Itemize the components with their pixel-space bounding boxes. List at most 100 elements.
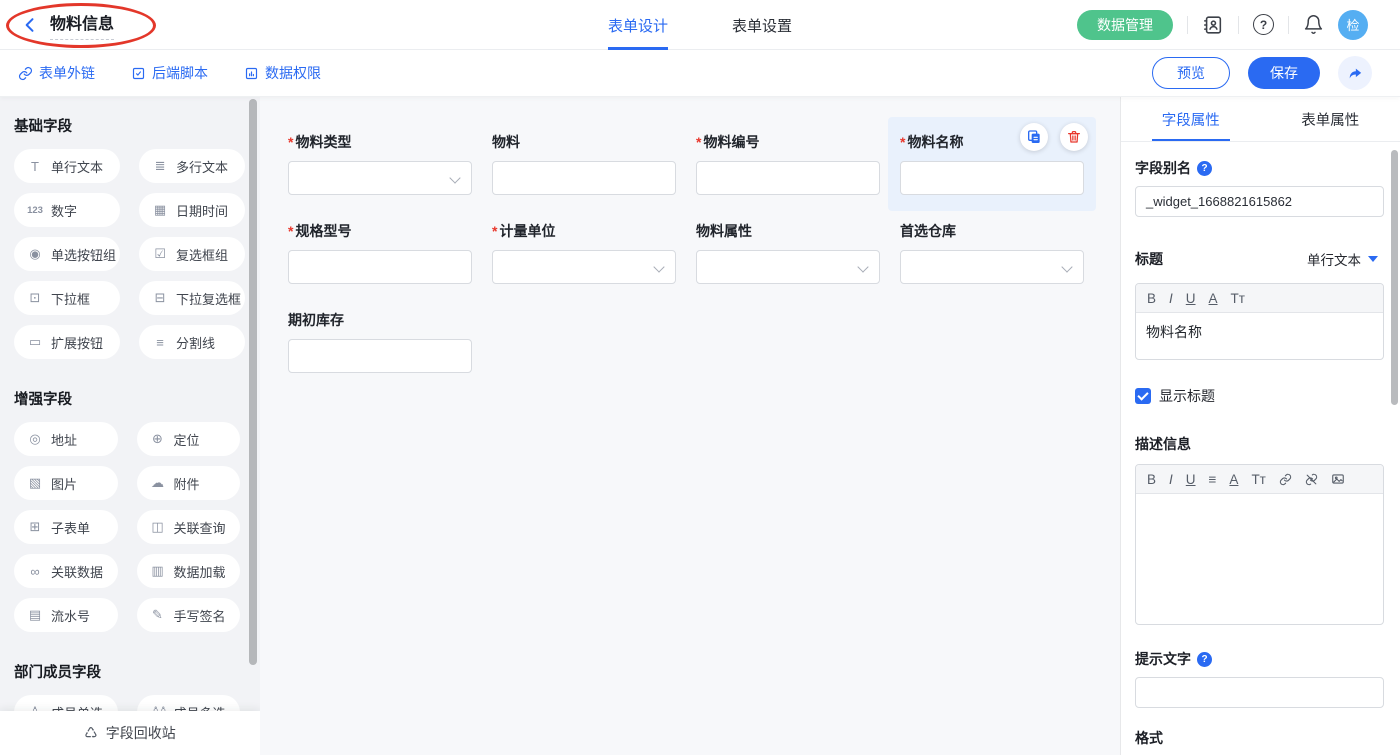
field-select[interactable] <box>288 161 472 195</box>
field-type-datetime[interactable]: ▦日期时间 <box>139 193 245 227</box>
alias-help-icon[interactable]: ? <box>1197 161 1212 176</box>
chevron-down-icon <box>857 261 868 272</box>
canvas-field-material[interactable]: 物料 <box>492 132 676 195</box>
body: 基础字段 T单行文本 ≣多行文本 123数字 ▦日期时间 ◉单选按钮组 ☑复选框… <box>0 97 1400 755</box>
field-type-divider-line[interactable]: ≡分割线 <box>139 325 245 359</box>
field-type-single-line-text[interactable]: T单行文本 <box>14 149 120 183</box>
canvas-field-material-code[interactable]: *物料编号 <box>696 132 880 195</box>
font-color-button[interactable]: A <box>1229 472 1238 487</box>
pill-label: 子表单 <box>51 518 90 537</box>
field-type-serial-number[interactable]: ▤流水号 <box>14 598 118 632</box>
field-label-text: 期初库存 <box>288 310 344 330</box>
preview-button[interactable]: 预览 <box>1152 57 1230 89</box>
description-editor-content[interactable] <box>1136 494 1383 624</box>
section-basic-fields: 基础字段 T单行文本 ≣多行文本 123数字 ▦日期时间 ◉单选按钮组 ☑复选框… <box>14 115 240 359</box>
bold-button[interactable]: B <box>1147 472 1156 487</box>
panel-scrollbar[interactable] <box>1391 150 1398 405</box>
pill-label: 复选框组 <box>176 245 228 264</box>
hint-help-icon[interactable]: ? <box>1197 652 1212 667</box>
insert-image-button[interactable] <box>1331 472 1345 486</box>
italic-button[interactable]: I <box>1169 472 1173 487</box>
field-type-linked-query[interactable]: ◫关联查询 <box>137 510 241 544</box>
backend-script-link[interactable]: 后端脚本 <box>131 63 208 83</box>
field-select[interactable] <box>696 250 880 284</box>
field-type-extend-button[interactable]: ▭扩展按钮 <box>14 325 120 359</box>
field-recycle-bin[interactable]: ♺ 字段回收站 <box>0 711 260 755</box>
user-avatar[interactable]: 检 <box>1338 10 1368 40</box>
hint-input[interactable] <box>1135 677 1384 708</box>
bold-button[interactable]: B <box>1147 291 1156 306</box>
alias-input[interactable]: _widget_1668821615862 <box>1135 186 1384 217</box>
insert-link-button[interactable] <box>1279 473 1292 486</box>
field-type-attachment[interactable]: ☁附件 <box>137 466 241 500</box>
multi-line-text-icon: ≣ <box>152 158 168 174</box>
form-external-link[interactable]: 表单外链 <box>18 63 95 83</box>
font-color-button[interactable]: A <box>1209 291 1218 306</box>
field-input[interactable] <box>492 161 676 195</box>
contacts-book-icon[interactable] <box>1202 14 1224 36</box>
pill-label: 下拉复选框 <box>176 289 241 308</box>
font-size-button[interactable]: Tт <box>1251 472 1265 487</box>
canvas-field-spec-model[interactable]: *规格型号 <box>288 221 472 284</box>
field-type-dropdown-multi[interactable]: ⊟下拉复选框 <box>139 281 245 315</box>
field-input[interactable] <box>288 339 472 373</box>
share-button[interactable] <box>1338 56 1372 90</box>
tab-form-design[interactable]: 表单设计 <box>608 0 668 50</box>
canvas-field-material-type[interactable]: *物料类型 <box>288 132 472 195</box>
help-icon[interactable]: ? <box>1253 14 1274 35</box>
back-button[interactable] <box>20 15 40 35</box>
sidebar-scrollbar[interactable] <box>249 99 257 665</box>
field-sidebar: 基础字段 T单行文本 ≣多行文本 123数字 ▦日期时间 ◉单选按钮组 ☑复选框… <box>0 97 260 755</box>
field-select[interactable] <box>900 250 1084 284</box>
underline-button[interactable]: U <box>1186 472 1196 487</box>
underline-button[interactable]: U <box>1186 291 1196 306</box>
field-input[interactable] <box>288 250 472 284</box>
copy-field-button[interactable] <box>1020 123 1048 151</box>
field-type-linked-data[interactable]: ∞关联数据 <box>14 554 118 588</box>
field-type-multi-line-text[interactable]: ≣多行文本 <box>139 149 245 183</box>
field-input[interactable] <box>696 161 880 195</box>
tab-form-settings[interactable]: 表单设置 <box>732 0 792 50</box>
field-select[interactable] <box>492 250 676 284</box>
signature-icon: ✎ <box>150 607 166 623</box>
field-type-dropdown[interactable]: 单行文本 <box>1301 245 1384 273</box>
tab-field-properties[interactable]: 字段属性 <box>1121 97 1261 141</box>
field-type-number[interactable]: 123数字 <box>14 193 120 227</box>
font-size-button[interactable]: Tт <box>1231 291 1245 306</box>
canvas-field-unit[interactable]: *计量单位 <box>492 221 676 284</box>
field-type-radio-group[interactable]: ◉单选按钮组 <box>14 237 120 271</box>
canvas-field-material-attr[interactable]: 物料属性 <box>696 221 880 284</box>
tab-form-properties[interactable]: 表单属性 <box>1261 97 1400 141</box>
data-permission-link[interactable]: 数据权限 <box>244 63 321 83</box>
notification-bell-icon[interactable] <box>1303 14 1324 35</box>
data-manage-button[interactable]: 数据管理 <box>1077 10 1173 40</box>
field-type-subform[interactable]: ⊞子表单 <box>14 510 118 544</box>
italic-button[interactable]: I <box>1169 291 1173 306</box>
field-actions <box>1020 123 1088 151</box>
page-title[interactable]: 物料信息 <box>50 10 114 40</box>
field-type-signature[interactable]: ✎手写签名 <box>137 598 241 632</box>
field-type-image[interactable]: ▧图片 <box>14 466 118 500</box>
show-title-checkbox[interactable] <box>1135 388 1151 404</box>
field-type-address[interactable]: ◎地址 <box>14 422 118 456</box>
field-type-location[interactable]: ⊕定位 <box>137 422 241 456</box>
field-type-dropdown[interactable]: ⊡下拉框 <box>14 281 120 315</box>
form-canvas[interactable]: *物料类型 物料 *物料编号 <box>260 97 1120 755</box>
datetime-icon: ▦ <box>152 202 168 218</box>
title-rich-editor: B I U A Tт 物料名称 <box>1135 283 1384 360</box>
canvas-field-initial-stock[interactable]: 期初库存 <box>288 310 472 373</box>
save-button[interactable]: 保存 <box>1248 57 1320 89</box>
pill-grid: ◎地址 ⊕定位 ▧图片 ☁附件 ⊞子表单 ◫关联查询 ∞关联数据 ▥数据加载 ▤… <box>14 422 240 632</box>
title-editor-content[interactable]: 物料名称 <box>1136 313 1383 359</box>
remove-link-button[interactable] <box>1305 473 1318 486</box>
align-button[interactable]: ≡ <box>1209 472 1217 487</box>
field-input[interactable] <box>900 161 1084 195</box>
alias-label: 字段别名 <box>1135 158 1191 178</box>
field-type-value: 单行文本 <box>1307 249 1361 269</box>
canvas-field-material-name-selected[interactable]: *物料名称 <box>888 117 1096 211</box>
pill-label: 扩展按钮 <box>51 333 103 352</box>
delete-field-button[interactable] <box>1060 123 1088 151</box>
field-type-checkbox-group[interactable]: ☑复选框组 <box>139 237 245 271</box>
field-type-data-load[interactable]: ▥数据加载 <box>137 554 241 588</box>
canvas-field-preferred-warehouse[interactable]: 首选仓库 <box>900 221 1084 284</box>
